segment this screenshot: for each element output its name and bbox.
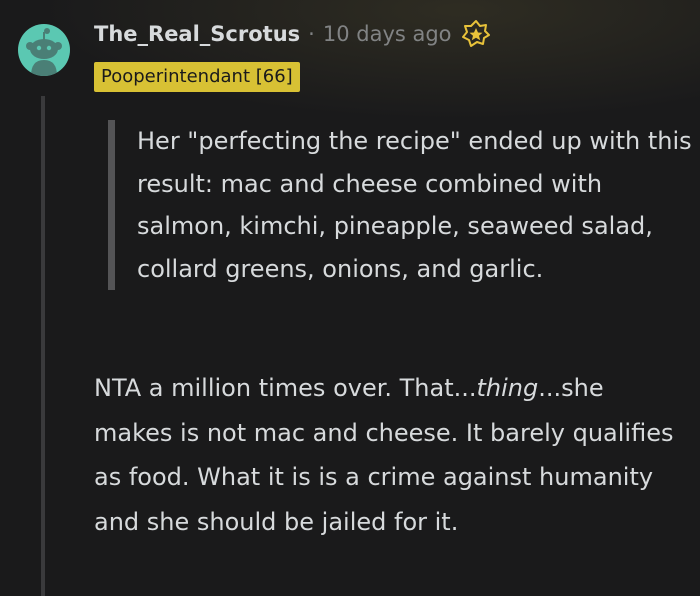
username-link[interactable]: The_Real_Scrotus [94, 22, 300, 46]
blockquote: Her "perfecting the recipe" ended up wit… [108, 120, 697, 290]
body-emphasis: thing [476, 374, 539, 402]
thread-collapse-line[interactable] [41, 96, 45, 596]
comment-timestamp[interactable]: 10 days ago [323, 22, 452, 46]
quote-text: Her "perfecting the recipe" ended up wit… [137, 127, 692, 283]
snoo-avatar-icon[interactable] [18, 24, 70, 76]
user-flair: Pooperintendant [66] [94, 62, 300, 92]
meta-separator: · [308, 22, 315, 46]
comment-header: The_Real_Scrotus · 10 days ago [94, 17, 491, 51]
comment: The_Real_Scrotus · 10 days ago Pooperint… [0, 0, 700, 596]
body-text-part1: NTA a million times over. That... [94, 374, 477, 402]
comment-paragraph: NTA a million times over. That...thing..… [94, 366, 684, 544]
comment-body: NTA a million times over. That...thing..… [94, 366, 684, 544]
award-icon[interactable] [461, 19, 491, 49]
